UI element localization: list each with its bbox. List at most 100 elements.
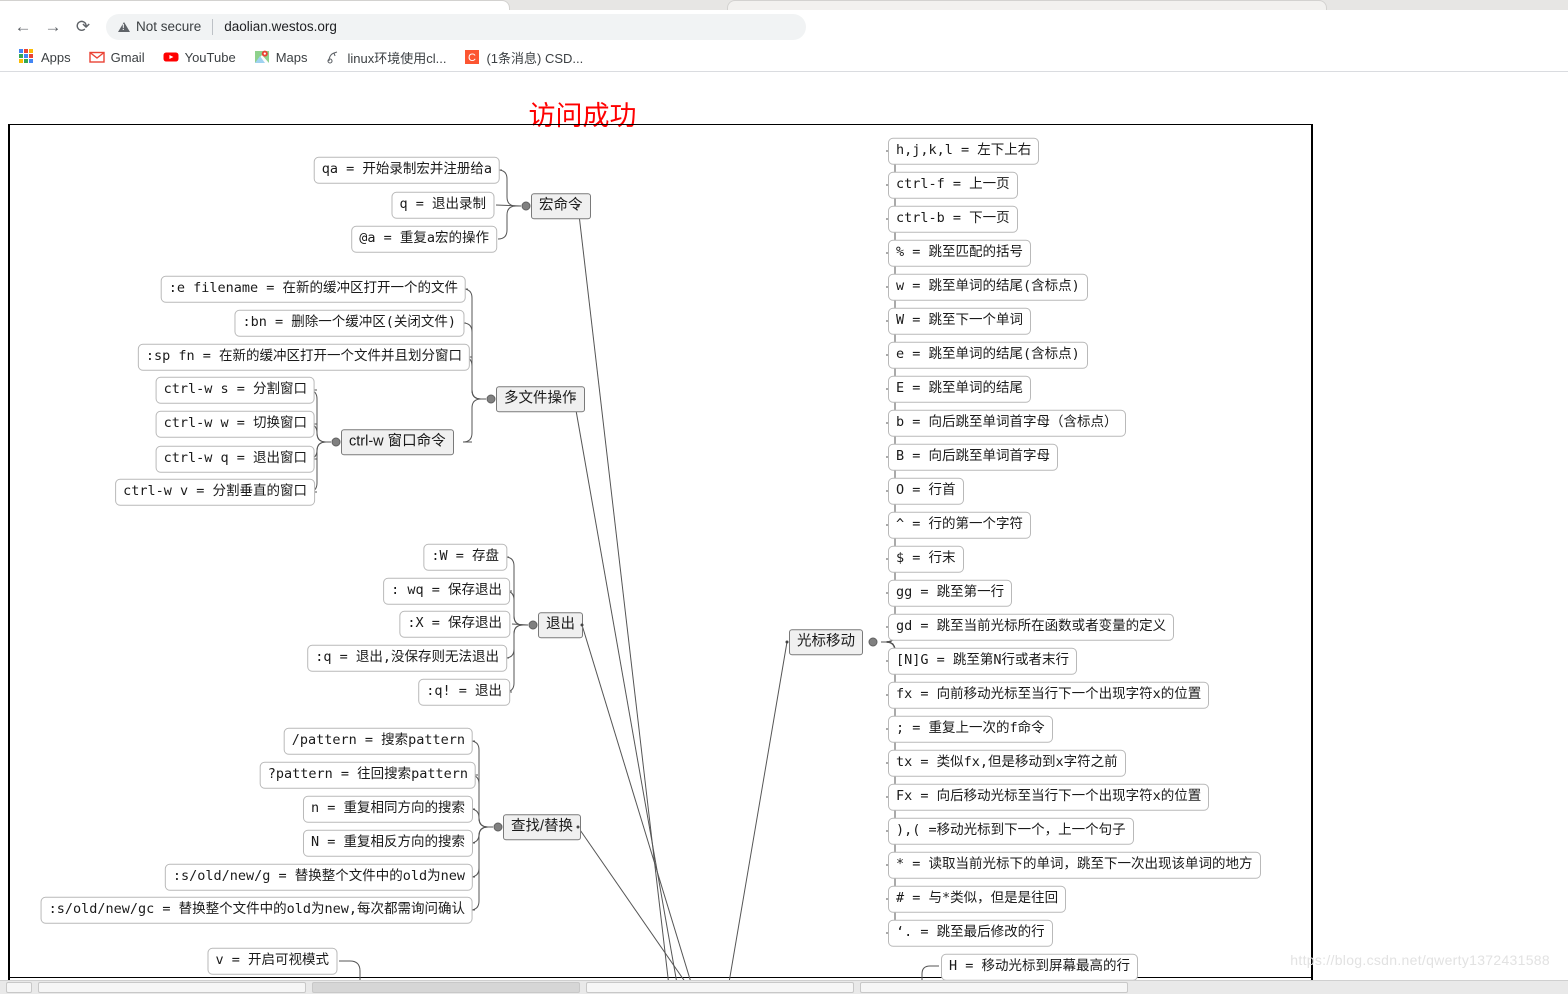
mindmap-connector-dot [576, 204, 580, 208]
mindmap-category-quit[interactable]: 退出 [538, 612, 583, 638]
mindmap-connector-dot [580, 623, 584, 627]
mindmap-leaf-windowcmd[interactable]: ctrl-w s = 分割窗口 [155, 376, 315, 404]
taskbar-item[interactable] [860, 982, 1128, 993]
csdn-icon: C [464, 49, 480, 65]
svg-text:C: C [468, 52, 476, 64]
mindmap-leaf-cursor[interactable]: % = 跳至匹配的括号 [888, 239, 1032, 267]
forward-icon[interactable]: → [38, 12, 68, 42]
mindmap-canvas: qa = 开始录制宏并注册给a q = 退出录制 @a = 重复a宏的操作 宏命令 :e… [0, 72, 1568, 980]
mindmap-leaf-cursor[interactable]: h,j,k,l = 左下上右 [888, 137, 1040, 165]
bookmark-label: YouTube [184, 49, 236, 65]
bookmark-gmail[interactable]: Gmail [80, 45, 154, 69]
mindmap-leaf-cursor[interactable]: ctrl-f = 上一页 [888, 171, 1018, 199]
mindmap-connector-dot [576, 825, 580, 829]
bullet-multifile [486, 394, 496, 404]
mindmap-leaf-windowcmd[interactable]: ctrl-w v = 分割垂直的窗口 [115, 478, 315, 506]
mindmap-category-windowcmd[interactable]: ctrl-w 窗口命令 [341, 429, 454, 455]
mindmap-leaf-cursor[interactable]: ctrl-b = 下一页 [888, 205, 1018, 233]
mindmap-leaf-quit[interactable]: :W = 存盘 [423, 543, 507, 571]
mindmap-connectors [307, 150, 939, 980]
bookmark-label: Gmail [110, 49, 145, 65]
taskbar-item[interactable] [586, 982, 854, 993]
mindmap-leaf-cursor[interactable]: H = 移动光标到屏幕最高的行 [941, 953, 1139, 980]
mindmap-leaf-quit[interactable]: :X = 保存退出 [399, 610, 510, 638]
mindmap-leaf-findreplace[interactable]: N = 重复相反方向的搜索 [302, 829, 473, 857]
mindmap-leaf-cursor[interactable]: fx = 向前移动光标至当行下一个出现字符x的位置 [888, 681, 1210, 709]
apps-grid-icon [19, 49, 35, 65]
mindmap-leaf-quit[interactable]: :q! = 退出 [418, 678, 510, 706]
taskbar-item[interactable] [312, 982, 580, 993]
bookmark-label: (1条消息) CSD... [486, 50, 584, 66]
mindmap-leaf-multifile[interactable]: :e filename = 在新的缓冲区打开一个的文件 [160, 275, 466, 303]
bookmark-label: linux环境使用cl... [347, 50, 447, 66]
maps-icon [254, 49, 270, 65]
mindmap-leaf-cursor[interactable]: e = 跳至单词的结尾(含标点) [888, 341, 1088, 369]
mindmap-leaf-cursor[interactable]: E = 跳至单词的结尾 [888, 375, 1032, 403]
bookmark-label: Maps [275, 49, 308, 65]
browser-tab-strip [0, 0, 1568, 12]
mindmap-category-findreplace[interactable]: 查找/替换 [503, 814, 582, 840]
mindmap-leaf-cursor[interactable]: tx = 类似fx,但是移动到x字符之前 [888, 749, 1126, 777]
bullet-quit [528, 620, 538, 630]
os-taskbar [0, 980, 1568, 994]
mindmap-connector-dot [785, 640, 789, 644]
mindmap-leaf-cursor[interactable]: ^ = 行的第一个字符 [888, 511, 1032, 539]
mindmap-leaf-cursor[interactable]: w = 跳至单词的结尾(含标点) [888, 273, 1088, 301]
youtube-icon [163, 49, 179, 65]
divider [212, 18, 214, 35]
bookmark-linux-page[interactable]: linux环境使用cl... [316, 45, 455, 69]
mindmap-leaf-macro[interactable]: @a = 重复a宏的操作 [351, 225, 497, 253]
bookmark-csdn[interactable]: C (1条消息) CSD... [455, 45, 592, 69]
mindmap-leaf-findreplace[interactable]: :s/old/new/g = 替换整个文件中的old为new [164, 863, 473, 891]
mindmap-leaf-findreplace[interactable]: :s/old/new/gc = 替换整个文件中的old为new,每次都需询问确认 [40, 896, 473, 924]
watermark: https://blog.csdn.net/qwerty1372431588 [1290, 952, 1550, 968]
reload-icon[interactable]: ⟳ [68, 12, 98, 42]
address-bar[interactable]: Not secure daolian.westos.org [106, 13, 806, 40]
mindmap-leaf-macro[interactable]: q = 退出录制 [391, 191, 494, 219]
mindmap-category-macro[interactable]: 宏命令 [531, 193, 591, 219]
bullet-findreplace [493, 822, 503, 832]
mindmap-category-multifile[interactable]: 多文件操作 [496, 386, 585, 412]
browser-toolbar: ← → ⟳ Not secure daolian.westos.org [0, 10, 1568, 43]
bookmark-youtube[interactable]: YouTube [154, 45, 245, 69]
bookmark-apps[interactable]: Apps [10, 45, 80, 69]
mindmap-leaf-cursor[interactable]: $ = 行末 [888, 545, 964, 573]
mindmap-leaf-cursor[interactable]: ; = 重复上一次的f命令 [888, 715, 1053, 743]
mindmap-leaf-windowcmd[interactable]: ctrl-w w = 切换窗口 [155, 410, 315, 438]
gmail-icon [88, 49, 105, 65]
mindmap-leaf-quit[interactable]: : wq = 保存退出 [383, 577, 510, 605]
mindmap-leaf-cursor[interactable]: W = 跳至下一个单词 [888, 307, 1032, 335]
mindmap-leaf-cursor[interactable]: ),( =移动光标到下一个，上一个句子 [888, 817, 1134, 845]
mindmap-leaf-cursor[interactable]: ‘. = 跳至最后修改的行 [888, 919, 1053, 947]
mindmap-leaf-cursor[interactable]: B = 向后跳至单词首字母 [888, 443, 1059, 471]
mindmap-leaf-cursor[interactable]: [N]G = 跳至第N行或者末行 [888, 647, 1078, 675]
mindmap-leaf-cursor[interactable]: Fx = 向后移动光标至当行下一个出现字符x的位置 [888, 783, 1210, 811]
mindmap-leaf-findreplace[interactable]: /pattern = 搜索pattern [283, 727, 473, 755]
mindmap-leaf-cursor[interactable]: gd = 跳至当前光标所在函数或者变量的定义 [888, 613, 1175, 641]
taskbar-item[interactable] [38, 982, 306, 993]
mindmap-leaf-cursor[interactable]: gg = 跳至第一行 [888, 579, 1013, 607]
url-text: daolian.westos.org [224, 19, 337, 34]
security-status-label: Not secure [136, 19, 202, 34]
not-secure-warning-icon [118, 21, 130, 32]
mindmap-leaf-macro[interactable]: qa = 开始录制宏并注册给a [313, 156, 500, 184]
bullet-cursor [868, 637, 878, 647]
mindmap-leaf-quit[interactable]: :q = 退出,没保存则无法退出 [307, 644, 507, 672]
mindmap-leaf-windowcmd[interactable]: ctrl-w q = 退出窗口 [155, 445, 315, 473]
bookmark-maps[interactable]: Maps [245, 45, 317, 69]
mindmap-leaf-visual[interactable]: v = 开启可视模式 [207, 947, 337, 975]
mindmap-leaf-multifile[interactable]: :sp fn = 在新的缓冲区打开一个文件并且划分窗口 [137, 343, 470, 371]
page-content: 访问成功 qa = 开始录制宏并注册给a q = 退出录制 @a = 重复a宏的操作… [0, 72, 1568, 980]
mindmap-leaf-cursor[interactable]: # = 与*类似，但是是往回 [888, 885, 1067, 913]
mindmap-leaf-multifile[interactable]: :bn = 删除一个缓冲区(关闭文件) [234, 309, 464, 337]
bookmarks-bar: Apps Gmail YouTube Maps linux环境使用cl... C… [0, 43, 1568, 72]
mindmap-leaf-findreplace[interactable]: ?pattern = 往回搜索pattern [259, 761, 476, 789]
mindmap-leaf-findreplace[interactable]: n = 重复相同方向的搜索 [302, 795, 473, 823]
mindmap-connector-dot [572, 397, 576, 401]
mindmap-leaf-cursor[interactable]: * = 读取当前光标下的单词，跳至下一次出现该单词的地方 [888, 851, 1261, 879]
mindmap-category-cursor[interactable]: 光标移动 [789, 629, 863, 655]
taskbar-item[interactable] [6, 982, 32, 993]
mindmap-leaf-cursor[interactable]: O = 行首 [888, 477, 964, 505]
mindmap-leaf-cursor[interactable]: b = 向后跳至单词首字母（含标点） [888, 409, 1126, 437]
back-icon[interactable]: ← [8, 12, 38, 42]
